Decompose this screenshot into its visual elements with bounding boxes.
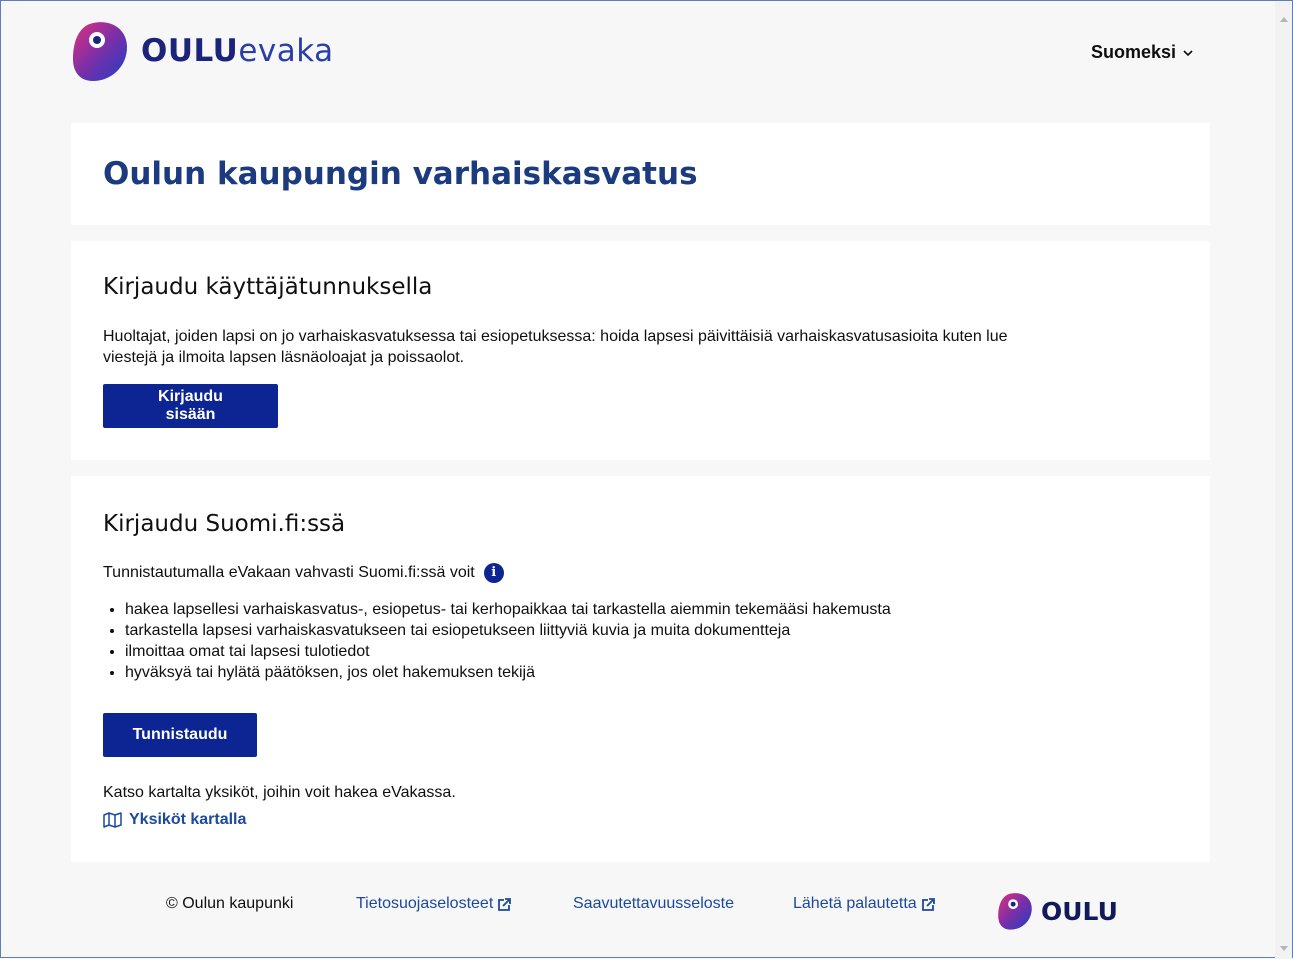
login-button[interactable]: Kirjaudu sisään xyxy=(103,384,278,428)
scroll-down-icon[interactable] xyxy=(1280,946,1288,951)
suomifi-intro: Tunnistautumalla eVakaan vahvasti Suomi.… xyxy=(103,562,504,583)
suomifi-section-title: Kirjaudu Suomi.fi:ssä xyxy=(103,511,346,537)
map-icon xyxy=(103,812,122,828)
suomifi-intro-text: Tunnistautumalla eVakaan vahvasti Suomi.… xyxy=(103,564,475,581)
login-section-title: Kirjaudu käyttäjätunnuksella xyxy=(103,274,433,300)
feedback-label: Lähetä palautetta xyxy=(793,895,917,912)
title-card: Oulun kaupungin varhaiskasvatus xyxy=(71,123,1210,225)
list-item: hakea lapsellesi varhaiskasvatus-, esiop… xyxy=(125,599,891,620)
identify-button[interactable]: Tunnistaudu xyxy=(103,713,257,757)
brand-bold: OULU xyxy=(141,32,239,69)
chevron-down-icon xyxy=(1183,49,1193,56)
login-card: Kirjaudu käyttäjätunnuksella Huoltajat, … xyxy=(71,241,1210,460)
external-link-icon xyxy=(498,897,512,911)
units-map-link[interactable]: Yksiköt kartalla xyxy=(103,811,246,829)
oulu-evaka-logo[interactable]: OULUevaka xyxy=(71,19,334,83)
brand-light: evaka xyxy=(238,32,334,69)
login-description: Huoltajat, joiden lapsi on jo varhaiskas… xyxy=(103,328,1008,366)
privacy-link[interactable]: Tietosuojaselosteet xyxy=(356,895,512,913)
oulu-logo-icon xyxy=(998,893,1032,930)
brand-name: OULUevaka xyxy=(141,32,334,69)
copyright-text: © Oulun kaupunki xyxy=(166,895,294,912)
oulu-logo-icon xyxy=(73,22,127,81)
info-icon[interactable]: i xyxy=(483,562,504,583)
feedback-link[interactable]: Lähetä palautetta xyxy=(793,895,936,913)
page-title: Oulun kaupungin varhaiskasvatus xyxy=(103,156,698,192)
language-selector[interactable]: Suomeksi xyxy=(1091,42,1194,63)
suomifi-benefits-list: hakea lapsellesi varhaiskasvatus-, esiop… xyxy=(103,599,891,683)
oulu-footer-logo: OULU xyxy=(997,891,1118,931)
units-map-label: Yksiköt kartalla xyxy=(129,811,247,828)
header: OULUevaka Suomeksi xyxy=(1,1,1276,111)
list-item: tarkastella lapsesi varhaiskasvatukseen … xyxy=(125,620,891,641)
scroll-up-icon[interactable] xyxy=(1280,17,1288,22)
scrollbar[interactable] xyxy=(1275,1,1292,959)
map-description: Katso kartalta yksiköt, joihin voit hake… xyxy=(103,784,456,801)
language-label: Suomeksi xyxy=(1091,42,1177,62)
list-item: ilmoittaa omat tai lapsesi tulotiedot xyxy=(125,641,891,662)
oulu-logo-word: OULU xyxy=(1041,896,1118,926)
suomifi-card: Kirjaudu Suomi.fi:ssä Tunnistautumalla e… xyxy=(71,476,1210,862)
external-link-icon xyxy=(921,897,935,911)
footer: © Oulun kaupunki Tietosuojaselosteet Saa… xyxy=(1,881,1276,941)
list-item: hyväksyä tai hylätä päätöksen, jos olet … xyxy=(125,662,891,683)
accessibility-link[interactable]: Saavutettavuusseloste xyxy=(573,895,734,913)
privacy-label: Tietosuojaselosteet xyxy=(356,895,494,912)
